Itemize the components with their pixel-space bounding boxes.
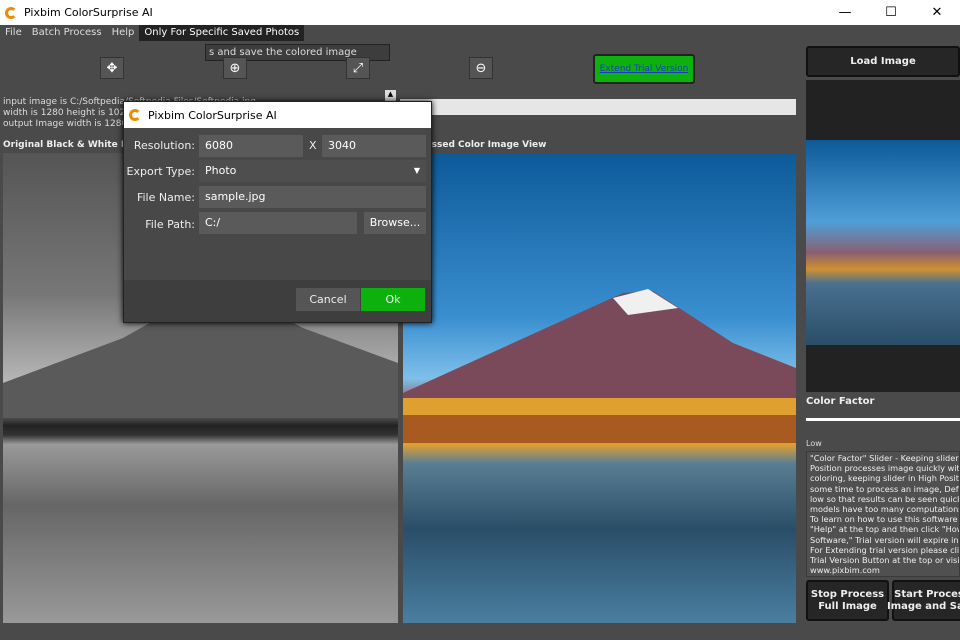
color-mountain-image bbox=[403, 289, 796, 443]
cancel-button[interactable]: Cancel bbox=[296, 288, 360, 311]
color-factor-label: Color Factor bbox=[806, 396, 875, 407]
ok-button[interactable]: Ok bbox=[361, 288, 425, 311]
minimize-button[interactable]: — bbox=[822, 0, 868, 25]
dialog-title: Pixbim ColorSurprise AI bbox=[148, 108, 277, 122]
window-title: Pixbim ColorSurprise AI bbox=[24, 6, 153, 19]
resolution-label: Resolution: bbox=[133, 139, 195, 152]
expand-icon: ⤢ bbox=[352, 60, 364, 76]
menu-help[interactable]: Help bbox=[107, 25, 140, 41]
app-logo-icon bbox=[5, 6, 17, 19]
file-path-label: File Path: bbox=[145, 218, 195, 231]
resolution-height-input[interactable]: 3040 bbox=[322, 135, 426, 157]
resolution-x-label: X bbox=[309, 139, 317, 152]
fit-button[interactable]: ⤢ bbox=[346, 57, 370, 79]
zoom-in-icon: ⊕ bbox=[229, 60, 241, 76]
browse-button[interactable]: Browse... bbox=[364, 212, 426, 234]
export-type-label: Export Type: bbox=[126, 165, 195, 178]
move-icon: ✥ bbox=[106, 60, 118, 76]
title-bar: Pixbim ColorSurprise AI — ☐ ✕ bbox=[0, 0, 960, 25]
export-type-select[interactable]: Photo ▼ bbox=[199, 160, 426, 182]
export-type-value: Photo bbox=[205, 164, 237, 177]
zoom-out-button[interactable]: ⊖ bbox=[469, 57, 493, 79]
thumbnail-preview bbox=[806, 80, 960, 392]
dialog-logo-icon bbox=[129, 109, 141, 121]
zoom-out-icon: ⊖ bbox=[475, 60, 487, 76]
stop-process-button[interactable]: Stop Process Full Image bbox=[806, 580, 889, 621]
color-factor-slider[interactable] bbox=[806, 418, 960, 421]
load-image-button[interactable]: Load Image bbox=[806, 46, 960, 77]
move-tool-button[interactable]: ✥ bbox=[100, 57, 124, 79]
menu-batch-process[interactable]: Batch Process bbox=[27, 25, 107, 41]
maximize-button[interactable]: ☐ bbox=[868, 0, 914, 25]
menu-bar: File Batch Process Help Only For Specifi… bbox=[0, 25, 960, 41]
menu-file[interactable]: File bbox=[0, 25, 27, 41]
menu-specific-saved-photos[interactable]: Only For Specific Saved Photos bbox=[139, 25, 305, 41]
scroll-up-button[interactable]: ▲ bbox=[385, 90, 396, 101]
color-image-view[interactable] bbox=[403, 153, 796, 623]
file-path-input[interactable]: C:/ bbox=[199, 212, 357, 234]
export-dialog: Pixbim ColorSurprise AI Resolution: 6080… bbox=[123, 101, 432, 323]
zoom-in-button[interactable]: ⊕ bbox=[223, 57, 247, 79]
help-text: "Color Factor" Slider - Keeping slider a… bbox=[806, 451, 960, 577]
resolution-width-input[interactable]: 6080 bbox=[199, 135, 303, 157]
slider-low-label: Low bbox=[806, 439, 822, 448]
progress-bar bbox=[400, 99, 796, 115]
close-button[interactable]: ✕ bbox=[914, 0, 960, 25]
chevron-down-icon: ▼ bbox=[413, 166, 420, 175]
extend-trial-button[interactable]: Extend Trial Version bbox=[593, 54, 695, 84]
start-process-button[interactable]: Start Process Image and Save bbox=[887, 580, 960, 621]
file-name-input[interactable]: sample.jpg bbox=[199, 186, 426, 208]
thumbnail-image bbox=[806, 140, 960, 345]
file-name-label: File Name: bbox=[136, 191, 195, 204]
